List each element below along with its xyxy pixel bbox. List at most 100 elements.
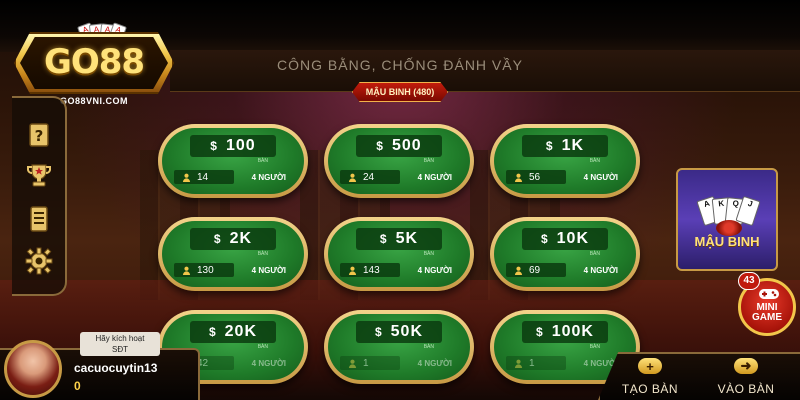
- player-count-value: 143: [363, 264, 380, 276]
- bet-value: 20K: [224, 323, 258, 340]
- bet-value: 500: [391, 137, 422, 154]
- ban-label: BÀN: [589, 344, 600, 350]
- logo-text: GO88: [43, 42, 145, 82]
- table-capacity: 4 NGƯỜI: [583, 265, 618, 275]
- table-100[interactable]: $100 BÀN 14 4 NGƯỜI: [158, 124, 308, 198]
- activate-prompt-line2: SĐT: [112, 345, 128, 354]
- table-capacity: 4 NGƯỜI: [417, 172, 452, 182]
- activate-phone-button[interactable]: Hãy kích hoạt SĐT: [80, 332, 160, 356]
- activate-prompt-line1: Hãy kích hoạt: [95, 334, 145, 343]
- bet-amount: $100K: [522, 321, 608, 343]
- slogan: CÔNG BẰNG, CHỐNG ĐÁNH VẦY: [277, 57, 523, 73]
- bet-value: 100: [225, 137, 256, 154]
- table-2k[interactable]: $2K BÀN 130 4 NGƯỜI: [158, 217, 308, 291]
- table-5k[interactable]: $5K BÀN 143 4 NGƯỜI: [324, 217, 474, 291]
- currency-symbol: $: [208, 325, 217, 339]
- help-button[interactable]: ?: [24, 120, 54, 150]
- person-icon: [182, 173, 191, 182]
- person-icon: [348, 266, 357, 275]
- table-500[interactable]: $500 BÀN 24 4 NGƯỜI: [324, 124, 474, 198]
- history-button[interactable]: [24, 204, 54, 234]
- bet-value: 2K: [229, 230, 253, 247]
- bet-amount: $500: [356, 135, 442, 157]
- game-tag: MẬU BINH (480): [352, 82, 448, 102]
- table-felt: $500 BÀN 24 4 NGƯỜI: [328, 128, 470, 194]
- bet-amount: $50K: [356, 321, 442, 343]
- table-felt: $1K BÀN 56 4 NGƯỜI: [494, 128, 636, 194]
- ban-label: BÀN: [423, 344, 434, 350]
- ban-label: BÀN: [423, 158, 434, 164]
- bet-amount: $5K: [356, 228, 442, 250]
- bet-value: 10K: [556, 230, 590, 247]
- currency-symbol: $: [376, 139, 384, 153]
- player-count-value: 56: [529, 171, 541, 183]
- bet-amount: $100: [190, 135, 276, 157]
- ban-label: BÀN: [589, 251, 600, 257]
- currency-symbol: $: [540, 232, 549, 246]
- table-felt: $50K BÀN 1 4 NGƯỜI: [328, 314, 470, 380]
- table-50k[interactable]: $50K BÀN 1 4 NGƯỜI: [324, 310, 474, 384]
- svg-text:?: ?: [35, 127, 44, 145]
- gamepad-icon: [759, 289, 779, 299]
- table-10k[interactable]: $10K BÀN 69 4 NGƯỜI: [490, 217, 640, 291]
- player-count-value: 1: [363, 357, 369, 369]
- person-icon: [514, 266, 523, 275]
- currency-symbol: $: [213, 232, 222, 246]
- table-capacity: 4 NGƯỜI: [583, 172, 618, 182]
- table-felt: $100 BÀN 14 4 NGƯỜI: [162, 128, 304, 194]
- person-icon: [182, 266, 191, 275]
- bet-value: 50K: [390, 323, 424, 340]
- ban-label: BÀN: [589, 158, 600, 164]
- person-icon: [514, 173, 523, 182]
- player-count: 1: [340, 356, 400, 370]
- mau-binh-game-card[interactable]: A K Q J MẬU BINH: [676, 168, 778, 271]
- bet-amount: $1K: [522, 135, 608, 157]
- player-count: 56: [506, 170, 566, 184]
- bet-value: 100K: [551, 323, 594, 340]
- ban-label: BÀN: [257, 344, 268, 350]
- person-icon: [348, 359, 357, 368]
- player-count: 130: [174, 263, 234, 277]
- table-felt: $2K BÀN 130 4 NGƯỜI: [162, 221, 304, 287]
- person-icon: [348, 173, 357, 182]
- balance: 0: [74, 379, 81, 393]
- player-count-value: 1: [529, 357, 535, 369]
- ranking-button[interactable]: [24, 160, 54, 190]
- currency-symbol: $: [374, 325, 383, 339]
- currency-symbol: $: [536, 325, 544, 339]
- ban-label: BÀN: [257, 251, 268, 257]
- player-count-value: 14: [197, 171, 209, 183]
- mini-game-label-line2: GAME: [752, 312, 782, 323]
- table-capacity: 4 NGƯỜI: [251, 172, 286, 182]
- plus-icon: +: [638, 358, 662, 374]
- create-table-button[interactable]: + TẠO BÀN: [612, 358, 688, 396]
- join-table-button[interactable]: ➜ VÀO BÀN: [708, 358, 784, 396]
- player-count: 24: [340, 170, 400, 184]
- arrow-right-icon: ➜: [734, 358, 758, 374]
- player-count-value: 24: [363, 171, 375, 183]
- username: cacuocuytin13: [74, 361, 158, 375]
- settings-button[interactable]: [24, 246, 54, 276]
- gear-icon: [25, 247, 53, 275]
- help-question-icon: ?: [29, 123, 49, 147]
- ban-label: BÀN: [257, 158, 268, 164]
- mau-binh-label: MẬU BINH: [694, 234, 760, 249]
- player-count-value: 130: [197, 264, 214, 276]
- trophy-icon: [27, 164, 51, 187]
- currency-symbol: $: [379, 232, 388, 246]
- player-count: 69: [506, 263, 566, 277]
- join-table-label: VÀO BÀN: [717, 382, 775, 396]
- go88-logo: A A A A GO88 GO88VNI.COM: [14, 16, 174, 106]
- ban-label: BÀN: [423, 251, 434, 257]
- create-table-label: TẠO BÀN: [621, 382, 679, 396]
- table-1k[interactable]: $1K BÀN 56 4 NGƯỜI: [490, 124, 640, 198]
- avatar[interactable]: [4, 340, 62, 398]
- player-count-value: 69: [529, 264, 541, 276]
- playing-cards-icon: A K Q J: [696, 180, 761, 227]
- currency-symbol: $: [545, 139, 554, 153]
- side-menu: ?: [12, 96, 67, 296]
- table-capacity: 4 NGƯỜI: [251, 358, 286, 368]
- mini-game-badge: 43: [738, 272, 760, 290]
- table-capacity: 4 NGƯỜI: [251, 265, 286, 275]
- bet-value: 1K: [561, 137, 585, 154]
